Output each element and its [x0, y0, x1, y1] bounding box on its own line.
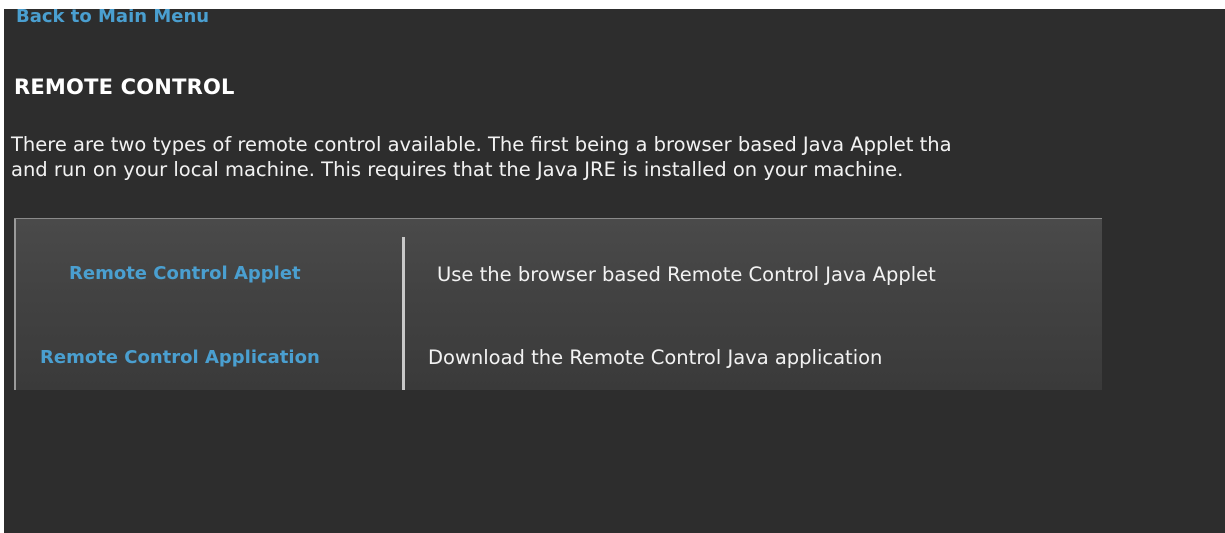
page-description: There are two types of remote control av…: [11, 132, 1225, 182]
remote-control-applet-description: Use the browser based Remote Control Jav…: [437, 263, 936, 286]
remote-control-options-table: Remote Control Applet Use the browser ba…: [14, 218, 1102, 390]
back-to-main-menu-link[interactable]: Back to Main Menu: [16, 9, 209, 27]
remote-control-applet-link[interactable]: Remote Control Applet: [69, 263, 301, 284]
remote-control-application-description: Download the Remote Control Java applica…: [428, 346, 883, 369]
description-line: and run on your local machine. This requ…: [11, 158, 904, 181]
page-title: REMOTE CONTROL: [14, 75, 235, 99]
panel-left-border: [14, 219, 16, 390]
remote-control-application-link[interactable]: Remote Control Application: [40, 347, 320, 368]
page-content: Back to Main Menu REMOTE CONTROL There a…: [4, 9, 1225, 533]
column-divider: [402, 237, 405, 390]
description-line: There are two types of remote control av…: [11, 133, 952, 156]
